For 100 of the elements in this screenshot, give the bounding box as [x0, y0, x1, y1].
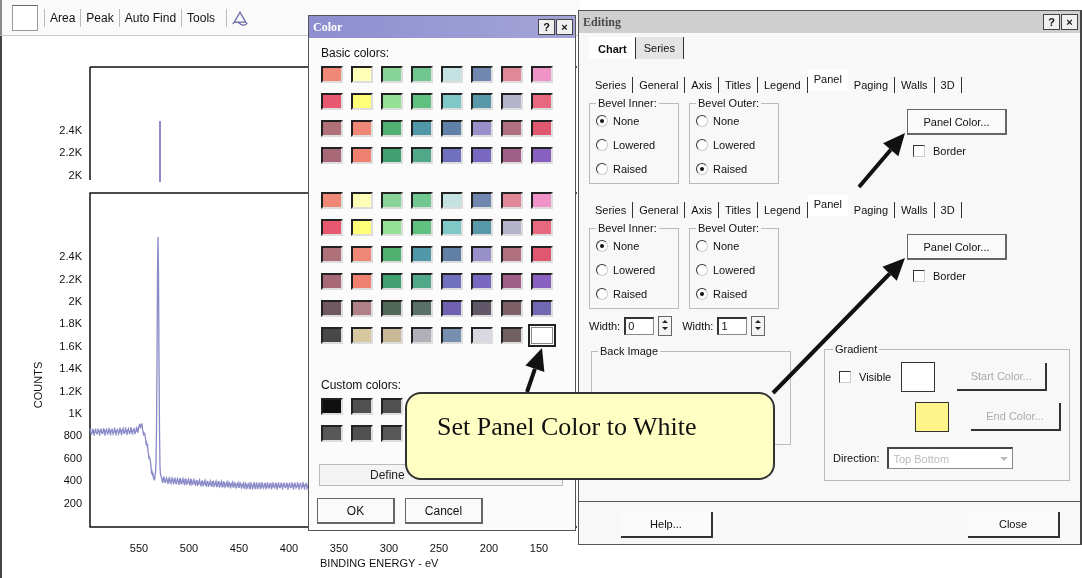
color-swatch[interactable] — [351, 219, 373, 236]
color-swatch[interactable] — [531, 219, 553, 236]
radio-label[interactable]: None — [713, 240, 740, 252]
radio-button[interactable] — [696, 288, 708, 300]
color-swatch[interactable] — [471, 147, 493, 164]
color-swatch[interactable] — [321, 425, 343, 442]
tab[interactable]: Chart — [589, 37, 636, 59]
color-swatch[interactable] — [411, 327, 433, 344]
color-swatch[interactable] — [351, 66, 373, 83]
checkbox-label[interactable]: Border — [933, 145, 967, 157]
color-swatch[interactable] — [321, 66, 343, 83]
radio-label[interactable]: Raised — [613, 163, 648, 175]
color-swatch[interactable] — [321, 273, 343, 290]
radio-label[interactable]: Lowered — [613, 139, 656, 151]
color-swatch[interactable] — [531, 300, 553, 317]
help-button[interactable]: Help... — [621, 512, 713, 538]
close-button[interactable]: × — [556, 19, 573, 35]
color-swatch[interactable] — [531, 192, 553, 209]
tab[interactable]: Titles — [719, 202, 758, 218]
color-swatch[interactable] — [411, 192, 433, 209]
color-swatch[interactable] — [411, 246, 433, 263]
radio-button[interactable] — [596, 139, 608, 151]
tab[interactable]: Series — [635, 37, 684, 59]
radio-label[interactable]: Raised — [713, 163, 748, 175]
color-swatch[interactable] — [441, 120, 463, 137]
color-swatch[interactable] — [411, 219, 433, 236]
radio-button[interactable] — [596, 163, 608, 175]
color-swatch[interactable] — [471, 66, 493, 83]
checkbox[interactable] — [913, 145, 925, 157]
tab[interactable]: 3D — [934, 202, 962, 218]
color-swatch[interactable] — [351, 300, 373, 317]
color-swatch[interactable] — [351, 327, 373, 344]
checkbox[interactable] — [913, 270, 925, 282]
radio-button[interactable] — [696, 240, 708, 252]
close-button[interactable]: × — [1061, 14, 1078, 30]
color-swatch[interactable] — [471, 273, 493, 290]
color-swatch[interactable] — [441, 192, 463, 209]
color-swatch[interactable] — [411, 147, 433, 164]
radio-button[interactable] — [696, 139, 708, 151]
color-swatch[interactable] — [381, 273, 403, 290]
color-swatch[interactable] — [321, 246, 343, 263]
tab[interactable]: Titles — [719, 77, 758, 93]
checkbox[interactable] — [839, 371, 851, 383]
color-swatch[interactable] — [411, 93, 433, 110]
number-field[interactable]: 0 — [624, 317, 655, 335]
color-swatch[interactable] — [381, 93, 403, 110]
radio-button[interactable] — [596, 115, 608, 127]
toolbar-button[interactable]: Peak — [80, 8, 119, 27]
color-swatch[interactable] — [441, 273, 463, 290]
color-swatch[interactable] — [321, 192, 343, 209]
tab[interactable]: Panel — [807, 70, 848, 91]
radio-label[interactable]: Lowered — [713, 264, 756, 276]
color-swatch[interactable] — [381, 398, 403, 415]
blank-field[interactable] — [12, 4, 38, 31]
radio-label[interactable]: Lowered — [713, 139, 756, 151]
color-swatch[interactable] — [381, 192, 403, 209]
close-button[interactable]: Close — [968, 512, 1060, 538]
checkbox-label[interactable]: Border — [933, 270, 967, 282]
tab[interactable]: Legend — [758, 77, 808, 93]
color-swatch[interactable] — [381, 425, 403, 442]
color-swatch[interactable] — [471, 246, 493, 263]
color-swatch[interactable] — [411, 273, 433, 290]
tab[interactable]: Legend — [758, 202, 808, 218]
radio-label[interactable]: None — [613, 115, 640, 127]
color-swatch[interactable] — [471, 219, 493, 236]
toolbar-button[interactable]: Auto Find — [118, 8, 182, 27]
tab[interactable]: General — [633, 202, 686, 218]
color-swatch[interactable] — [321, 300, 343, 317]
color-swatch[interactable] — [411, 120, 433, 137]
radio-button[interactable] — [596, 240, 608, 252]
checkbox-label[interactable]: Visible — [859, 371, 892, 383]
color-swatch[interactable] — [531, 327, 553, 344]
color-swatch[interactable] — [381, 147, 403, 164]
tab[interactable]: 3D — [934, 77, 962, 93]
color-swatch[interactable] — [531, 66, 553, 83]
color-swatch[interactable] — [321, 219, 343, 236]
panel-color-button[interactable]: Panel Color... — [907, 109, 1007, 135]
radio-label[interactable]: Raised — [613, 288, 648, 300]
color-swatch[interactable] — [321, 120, 343, 137]
radio-label[interactable]: Lowered — [613, 264, 656, 276]
color-swatch[interactable] — [471, 300, 493, 317]
radio-label[interactable]: None — [613, 240, 640, 252]
color-swatch[interactable] — [351, 273, 373, 290]
help-button[interactable]: ? — [1043, 14, 1060, 30]
color-swatch[interactable] — [501, 66, 523, 83]
color-swatch[interactable] — [441, 219, 463, 236]
color-swatch[interactable] — [381, 300, 403, 317]
color-swatch[interactable] — [321, 147, 343, 164]
color-swatch[interactable] — [501, 192, 523, 209]
color-swatch[interactable] — [441, 66, 463, 83]
tab[interactable]: Axis — [685, 202, 720, 218]
radio-button[interactable] — [696, 264, 708, 276]
color-swatch[interactable] — [501, 93, 523, 110]
color-swatch[interactable] — [531, 273, 553, 290]
color-swatch[interactable] — [441, 246, 463, 263]
toolbar-button[interactable]: Area — [44, 8, 81, 27]
color-swatch[interactable] — [441, 147, 463, 164]
color-swatch[interactable] — [501, 273, 523, 290]
color-swatch[interactable] — [441, 93, 463, 110]
color-swatch[interactable] — [501, 300, 523, 317]
